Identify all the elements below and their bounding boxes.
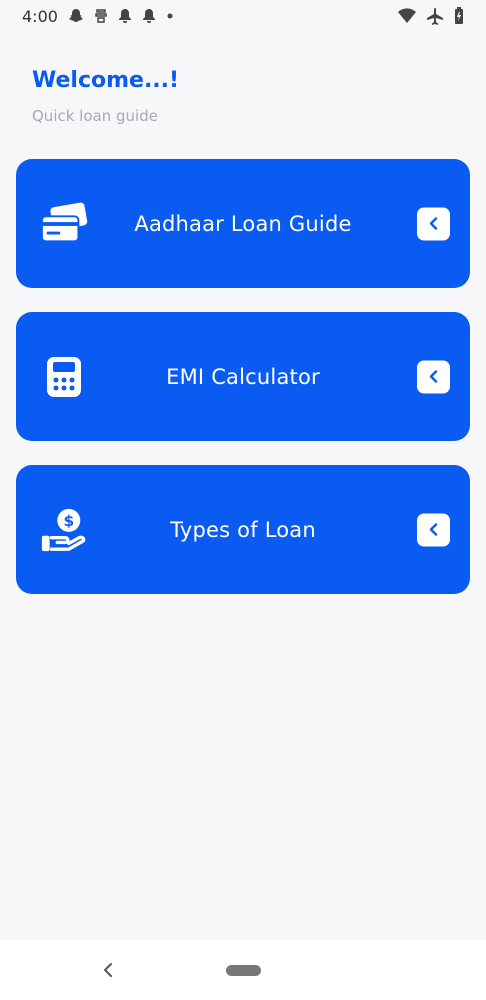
- system-nav-bar: [0, 940, 486, 1000]
- back-icon[interactable]: [100, 960, 116, 980]
- battery-icon: [454, 7, 464, 25]
- airplane-icon: [426, 7, 444, 25]
- snapchat-icon: [68, 8, 84, 24]
- chevron-left-icon: [429, 217, 437, 230]
- svg-text:$: $: [63, 512, 74, 530]
- dot-icon: [166, 12, 174, 20]
- notification-icon: [118, 8, 132, 24]
- calculator-icon: [40, 353, 88, 401]
- wifi-icon: [398, 8, 416, 24]
- card-label: Types of Loan: [170, 517, 316, 542]
- chevron-left-icon: [429, 370, 437, 383]
- page-title: Welcome...!: [32, 68, 180, 93]
- chevron-left-icon: [429, 523, 437, 536]
- card-label: EMI Calculator: [166, 364, 320, 389]
- card-aadhaar-loan-guide[interactable]: Aadhaar Loan Guide: [16, 159, 470, 288]
- credit-cards-icon: [40, 200, 88, 248]
- status-time: 4:00: [22, 6, 58, 26]
- notification-icon: [142, 8, 156, 24]
- page-subtitle: Quick loan guide: [32, 107, 158, 125]
- card-types-of-loan[interactable]: $ Types of Loan: [16, 465, 470, 594]
- chevron-left-button[interactable]: [417, 207, 450, 240]
- status-bar: 4:00: [0, 0, 486, 32]
- chevron-left-button[interactable]: [417, 360, 450, 393]
- status-left: 4:00: [22, 7, 174, 26]
- header: Welcome...! Quick loan guide: [32, 68, 179, 125]
- card-emi-calculator[interactable]: EMI Calculator: [16, 312, 470, 441]
- card-label: Aadhaar Loan Guide: [134, 211, 352, 236]
- home-pill-icon[interactable]: [226, 965, 261, 976]
- chevron-left-button[interactable]: [417, 513, 450, 546]
- cast-icon: [94, 8, 108, 24]
- money-hand-icon: $: [40, 506, 88, 554]
- status-right: [398, 7, 464, 25]
